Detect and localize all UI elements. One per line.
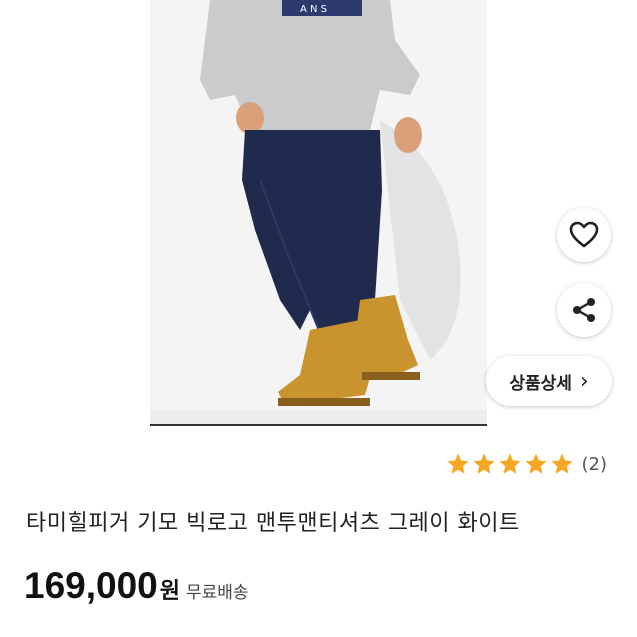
star-icon xyxy=(551,453,572,474)
product-title: 타미힐피거 기모 빅로고 맨투맨티셔츠 그레이 화이트 xyxy=(26,511,520,536)
heart-icon xyxy=(569,221,599,248)
star-icon xyxy=(499,453,520,474)
product-photo[interactable]: A N S xyxy=(150,0,487,424)
review-count[interactable]: (2) xyxy=(582,454,608,475)
price-row: 169,000 원 무료배송 xyxy=(24,565,249,607)
chevron-right-icon: › xyxy=(579,368,589,394)
share-icon xyxy=(573,298,595,322)
product-detail-label: 상품상세 xyxy=(509,373,572,394)
product-image-area: A N S 상품상세 › xyxy=(0,0,637,426)
share-button[interactable] xyxy=(557,283,611,337)
star-icon xyxy=(525,453,546,474)
photo-divider xyxy=(150,424,487,426)
wishlist-button[interactable] xyxy=(557,208,611,262)
price-value: 169,000 xyxy=(24,565,158,606)
product-detail-button[interactable]: 상품상세 › xyxy=(486,356,612,406)
star-icon xyxy=(447,453,468,474)
svg-text:A N S: A N S xyxy=(300,4,327,15)
star-icon xyxy=(473,453,494,474)
shipping-label: 무료배송 xyxy=(186,583,249,603)
rating[interactable]: (2) xyxy=(446,452,608,476)
price-unit: 원 xyxy=(159,579,180,604)
product-photo-illustration: A N S xyxy=(150,0,487,424)
